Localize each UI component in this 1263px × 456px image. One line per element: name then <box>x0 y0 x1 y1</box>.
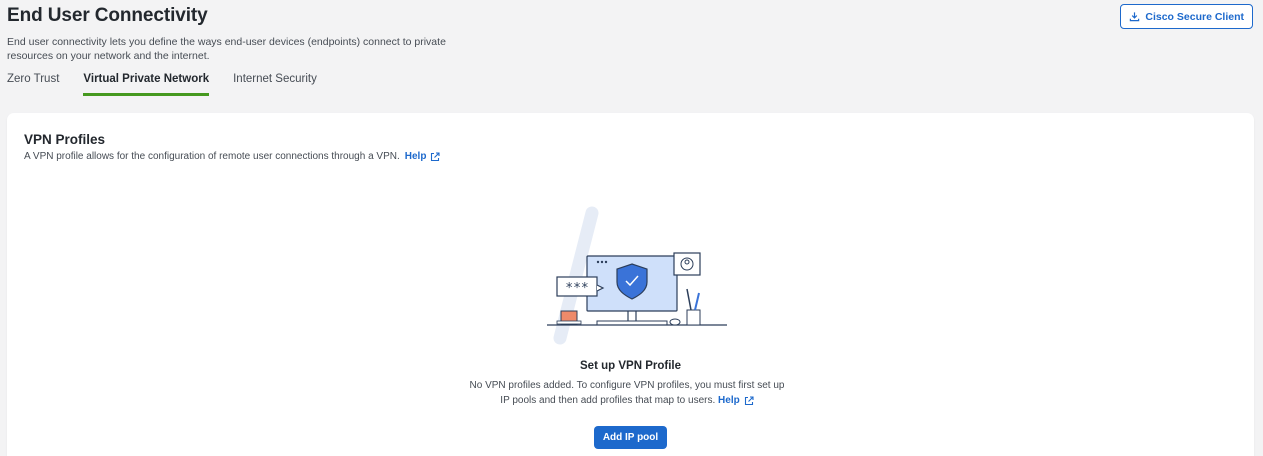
external-link-icon <box>431 151 440 161</box>
page-description: End user connectivity lets you define th… <box>7 36 446 62</box>
card-help-label: Help <box>404 151 427 162</box>
card-description: A VPN profile allows for the configurati… <box>24 151 400 162</box>
empty-state-help-link[interactable]: Help <box>718 393 754 408</box>
card-title: VPN Profiles <box>24 132 106 147</box>
cisco-secure-client-button[interactable]: Cisco Secure Client <box>1120 4 1253 29</box>
tab-virtual-private-network[interactable]: Virtual Private Network <box>83 70 210 96</box>
external-link-icon <box>744 395 754 405</box>
empty-state-title: Set up VPN Profile <box>580 360 681 372</box>
download-icon <box>1130 12 1140 22</box>
illustration-password-text: *** <box>565 281 588 296</box>
vpn-illustration: *** <box>547 206 727 345</box>
vpn-profiles-card: VPN Profiles A VPN profile allows for th… <box>7 113 1254 456</box>
tab-zero-trust[interactable]: Zero Trust <box>7 70 59 96</box>
add-ip-pool-button[interactable]: Add IP pool <box>594 426 667 449</box>
card-description-row: A VPN profile allows for the configurati… <box>24 151 440 162</box>
tab-internet-security[interactable]: Internet Security <box>233 70 317 96</box>
cisco-secure-client-label: Cisco Secure Client <box>1145 10 1244 23</box>
empty-state-help-label: Help <box>718 395 740 406</box>
page-title: End User Connectivity <box>7 5 208 26</box>
card-help-link[interactable]: Help <box>405 151 441 162</box>
tab-bar: Zero Trust Virtual Private Network Inter… <box>7 70 341 96</box>
page-header: End User Connectivity End user connectiv… <box>7 5 807 63</box>
empty-state-description-block: No VPN profiles added. To configure VPN … <box>467 378 787 408</box>
